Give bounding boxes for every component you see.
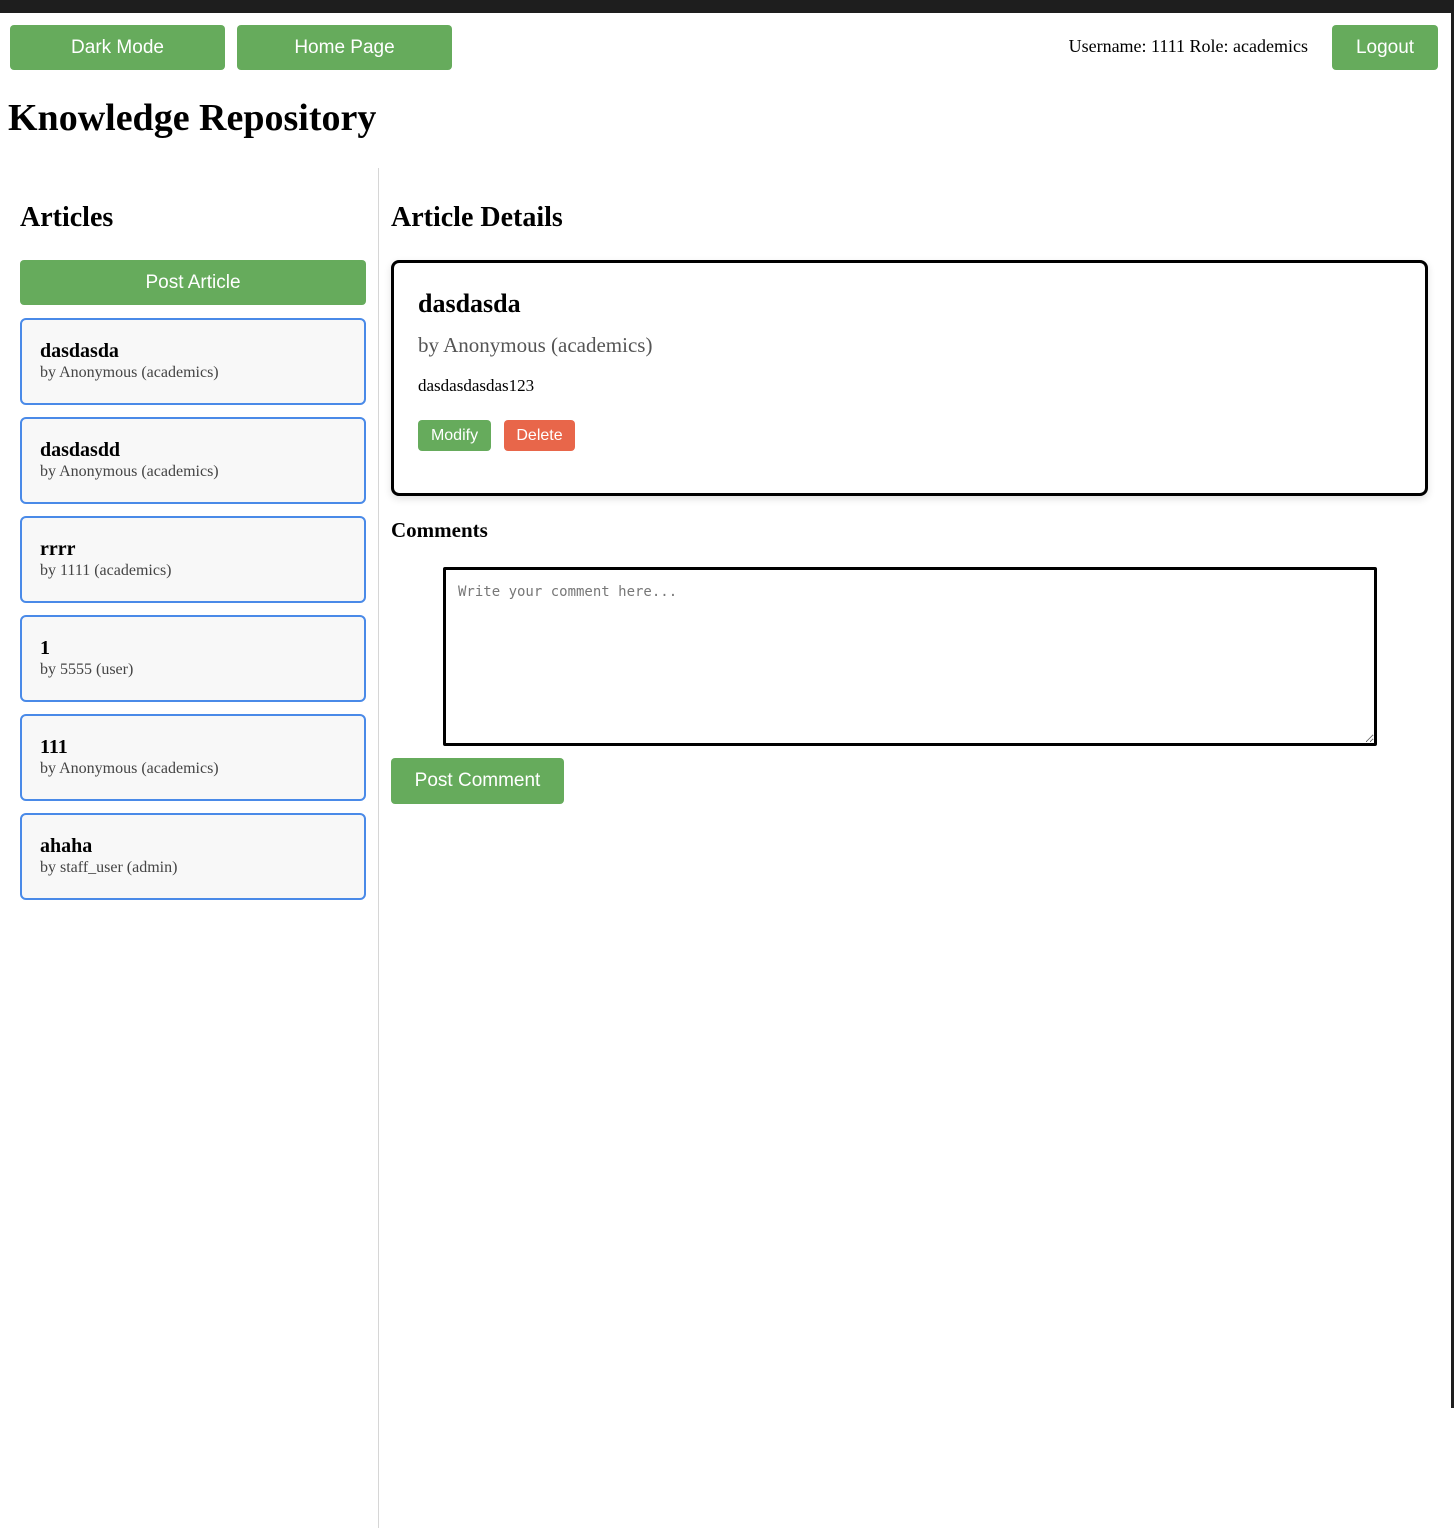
article-list: dasdasda by Anonymous (academics) dasdas… [20, 318, 366, 912]
article-card[interactable]: 111 by Anonymous (academics) [20, 714, 366, 801]
home-page-button[interactable]: Home Page [237, 25, 452, 70]
article-detail-author: by Anonymous (academics) [418, 333, 653, 357]
article-card[interactable]: rrrr by 1111 (academics) [20, 516, 366, 603]
article-card-title: dasdasdd [40, 439, 121, 461]
article-card-author: by staff_user (admin) [40, 859, 178, 876]
article-card-author: by 1111 (academics) [40, 562, 172, 579]
articles-heading: Articles [20, 202, 114, 233]
article-card-author: by Anonymous (academics) [40, 364, 219, 381]
article-card[interactable]: 1 by 5555 (user) [20, 615, 366, 702]
page-title: Knowledge Repository [8, 97, 377, 139]
delete-button[interactable]: Delete [504, 420, 575, 451]
comment-input[interactable] [443, 567, 1377, 746]
article-card-title: dasdasda [40, 340, 119, 362]
user-info: Username: 1111 Role: academics [1069, 36, 1308, 57]
article-card-author: by Anonymous (academics) [40, 760, 219, 777]
article-details-heading: Article Details [391, 202, 563, 233]
username-text: Username: 1111 [1068, 36, 1186, 56]
browser-top-strip [0, 0, 1454, 13]
article-detail-title: dasdasda [418, 289, 521, 318]
panel-divider [378, 168, 379, 1528]
role-text: Role: academics [1189, 36, 1308, 56]
comments-heading: Comments [391, 518, 488, 542]
dark-mode-button[interactable]: Dark Mode [10, 25, 225, 70]
modify-button[interactable]: Modify [418, 420, 491, 451]
article-card[interactable]: dasdasda by Anonymous (academics) [20, 318, 366, 405]
post-article-button[interactable]: Post Article [20, 260, 366, 305]
logout-button[interactable]: Logout [1332, 25, 1438, 70]
article-card-author: by Anonymous (academics) [40, 463, 219, 480]
article-card-author: by 5555 (user) [40, 661, 134, 678]
article-detail-content: dasdasdasdas123 [418, 376, 535, 395]
article-card[interactable]: ahaha by staff_user (admin) [20, 813, 366, 900]
article-detail-card: dasdasda by Anonymous (academics) dasdas… [391, 260, 1428, 496]
article-card-title: 111 [40, 736, 68, 758]
article-card-title: rrrr [40, 538, 76, 560]
article-card-title: ahaha [40, 835, 93, 857]
article-card[interactable]: dasdasdd by Anonymous (academics) [20, 417, 366, 504]
post-comment-button[interactable]: Post Comment [391, 758, 564, 804]
article-card-title: 1 [40, 637, 50, 659]
